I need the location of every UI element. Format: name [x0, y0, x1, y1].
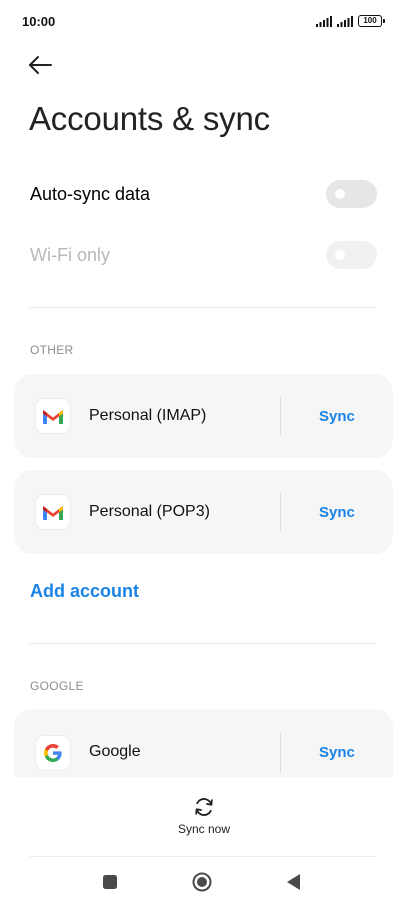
account-card-pop3[interactable]: Personal (POP3) Sync — [14, 470, 393, 554]
account-name: Personal (IMAP) — [89, 407, 207, 424]
status-time: 10:00 — [22, 14, 56, 29]
sync-now-button[interactable]: Sync now — [163, 796, 245, 844]
section-header-google: GOOGLE — [30, 679, 84, 693]
home-icon[interactable] — [191, 871, 213, 893]
card-separator — [280, 492, 281, 532]
card-separator — [280, 396, 281, 436]
divider — [30, 643, 377, 644]
toggle-knob — [335, 189, 345, 199]
sync-button-imap[interactable]: Sync — [319, 408, 355, 425]
status-bar: 10:00 100 — [0, 0, 407, 44]
sync-button-google[interactable]: Sync — [319, 744, 355, 761]
sync-icon — [195, 798, 213, 816]
gmail-icon — [35, 494, 71, 530]
back-triangle-icon[interactable] — [283, 871, 305, 893]
signal-icon — [316, 16, 332, 27]
divider — [30, 856, 377, 857]
auto-sync-label: Auto-sync data — [30, 184, 151, 204]
arrow-left-icon[interactable] — [26, 52, 54, 78]
account-name: Google — [89, 743, 141, 760]
wifi-only-toggle — [326, 241, 377, 269]
page-title: Accounts & sync — [29, 100, 270, 137]
account-card-imap[interactable]: Personal (IMAP) Sync — [14, 374, 393, 458]
account-name: Personal (POP3) — [89, 503, 210, 520]
gmail-icon — [35, 398, 71, 434]
divider — [30, 307, 377, 308]
card-separator — [280, 733, 281, 773]
sync-now-label: Sync now — [177, 822, 231, 836]
signal-icon — [337, 16, 353, 27]
sync-button-pop3[interactable]: Sync — [319, 504, 355, 521]
wifi-only-label: Wi-Fi only — [30, 245, 110, 265]
add-account-link[interactable]: Add account — [30, 581, 139, 602]
auto-sync-toggle[interactable] — [326, 180, 377, 208]
recent-apps-icon[interactable] — [99, 871, 121, 893]
section-header-other: OTHER — [30, 343, 74, 357]
battery-icon: 100 — [358, 15, 385, 27]
toggle-knob — [335, 250, 345, 260]
google-icon — [35, 735, 71, 771]
